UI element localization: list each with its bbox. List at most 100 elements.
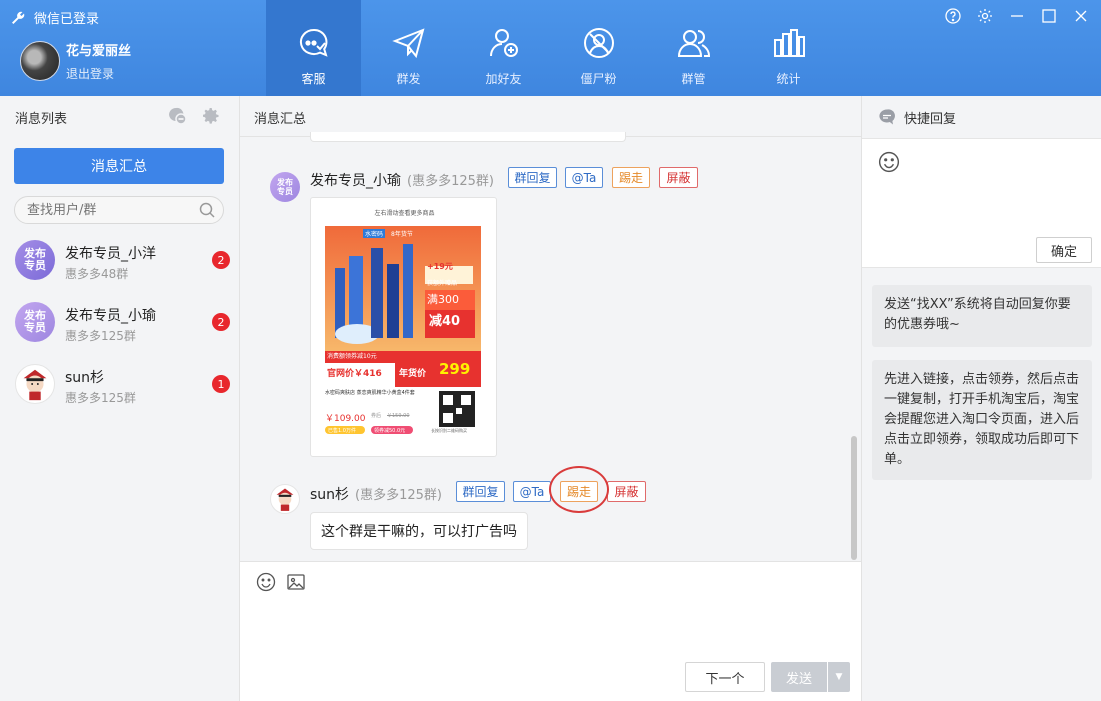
next-button[interactable]: 下一个: [685, 662, 765, 692]
chat-panel: 消息汇总 发布专员 发布专员_小瑜 (惠多多125群) 群回复 @Ta 踢走 屏蔽…: [240, 96, 861, 701]
send-options-button[interactable]: ▼: [828, 662, 850, 692]
mention-button[interactable]: @Ta: [565, 167, 603, 188]
help-button[interactable]: [943, 6, 963, 26]
nav-item-kefu[interactable]: 客服: [266, 0, 361, 96]
emoji-icon[interactable]: [878, 151, 900, 173]
main-nav: 客服 群发 加好友 僵尸粉 群管 统计: [266, 0, 836, 96]
message-sender: sun杉 (惠多多125群): [310, 484, 442, 504]
kick-button[interactable]: 踢走: [560, 481, 598, 502]
group-reply-button[interactable]: 群回复: [456, 481, 505, 502]
text-message: 这个群是干嘛的，可以打广告吗: [310, 512, 528, 550]
block-button[interactable]: 屏蔽: [659, 167, 698, 188]
avatar[interactable]: [270, 484, 300, 514]
sold-count: 已售1.0万件: [328, 428, 356, 434]
message-sender: 发布专员_小瑜 (惠多多125群): [310, 170, 494, 190]
qr-caption: 长按识别二维码购买: [431, 428, 467, 433]
avatar: 发布专员: [15, 240, 55, 280]
quick-reply-editor[interactable]: 确定: [862, 138, 1101, 268]
message-list-title: 消息列表: [15, 112, 68, 127]
message-input[interactable]: [254, 600, 844, 654]
cartoon-avatar-icon: [276, 488, 294, 511]
unread-badge: 2: [212, 313, 230, 331]
message-summary-button[interactable]: 消息汇总: [14, 148, 224, 184]
nav-label: 群管: [681, 72, 706, 86]
compose-area: 下一个 发送 ▼: [240, 561, 861, 701]
price-tag: 券后: [371, 413, 382, 419]
coupon-bar: 消费额领券减10元: [327, 353, 377, 360]
search-icon[interactable]: [198, 201, 216, 219]
group-manage-icon: [677, 30, 710, 57]
image-top-hint: 左右滑动查看更多商品: [374, 210, 435, 217]
confirm-button[interactable]: 确定: [1036, 237, 1092, 263]
close-icon: [1075, 10, 1087, 22]
full-reduce-top: 满300: [427, 293, 459, 306]
chat-bubble-icon: [879, 109, 895, 125]
group-reply-button[interactable]: 群回复: [508, 167, 557, 188]
search-input[interactable]: [14, 196, 224, 224]
maximize-icon: [1042, 9, 1056, 23]
sender-name: 发布专员_小瑜: [310, 173, 401, 189]
chat-title: 消息汇总: [254, 112, 307, 127]
avatar: 发布专员: [15, 302, 55, 342]
logout-link[interactable]: 退出登录: [66, 65, 131, 82]
year-price-label: 年货价: [399, 369, 427, 379]
product-price: ￥109.00: [325, 414, 366, 424]
year-price: 299: [439, 360, 471, 378]
conversation-name: sun杉: [65, 370, 105, 386]
sender-group: (惠多多125群): [355, 488, 443, 503]
avatar: [15, 364, 55, 404]
add-friend-icon: [489, 29, 518, 57]
quick-reply-item[interactable]: 发送“找XX”系统将自动回复你要的优惠券哦~: [872, 285, 1092, 347]
gear-icon[interactable]: [201, 106, 221, 126]
conversation-group: 惠多多48群: [65, 267, 129, 281]
nav-item-add-friend[interactable]: 加好友: [456, 0, 551, 96]
avatar[interactable]: [20, 41, 60, 81]
chat-mute-icon[interactable]: [167, 106, 187, 126]
wrench-icon: [12, 11, 25, 24]
minimize-icon: [1011, 15, 1023, 17]
caret-down-icon: ▼: [835, 672, 843, 682]
coupon-amount: +19元: [427, 262, 453, 271]
conversation-group: 惠多多125群: [65, 391, 136, 405]
window-title-text: 微信已登录: [34, 12, 100, 27]
conversation-item[interactable]: 发布专员 发布专员_小洋 惠多多48群 2: [0, 229, 240, 291]
minimize-button[interactable]: [1007, 6, 1027, 26]
image-message[interactable]: 左右滑动查看更多商品 水密码 8年货节 +19元 获额外赠品 满300 减40 …: [310, 197, 497, 457]
conversation-item[interactable]: sun杉 惠多多125群 1: [0, 353, 240, 415]
promo-label: 8年货节: [391, 231, 413, 238]
maximize-button[interactable]: [1039, 6, 1059, 26]
official-price: 官网价￥416: [327, 369, 382, 379]
close-button[interactable]: [1071, 6, 1091, 26]
mention-button[interactable]: @Ta: [513, 481, 551, 502]
bar-stats-icon: [773, 29, 805, 57]
sender-name: sun杉: [310, 487, 350, 503]
conversation-item[interactable]: 发布专员 发布专员_小瑜 惠多多125群 2: [0, 291, 240, 353]
window-controls: [943, 6, 1091, 26]
image-icon[interactable]: [286, 572, 306, 592]
conversation-group: 惠多多125群: [65, 329, 136, 343]
gear-icon: [978, 9, 992, 23]
chat-scrollbar[interactable]: [851, 436, 857, 560]
nav-item-zombie[interactable]: 僵尸粉: [551, 0, 646, 96]
send-button[interactable]: 发送: [771, 662, 827, 692]
gift-tag: 获额外赠品: [427, 280, 458, 287]
kick-button[interactable]: 踢走: [612, 167, 650, 188]
nav-item-stats[interactable]: 统计: [741, 0, 836, 96]
product-title: 水密码爽肤店 蒸恋爽肌精华小黄盒4件套: [325, 390, 415, 396]
unread-badge: 2: [212, 251, 230, 269]
chat-bubble-icon: [299, 28, 328, 57]
window-title: 微信已登录: [10, 8, 99, 27]
cartoon-avatar-icon: [23, 369, 47, 401]
product-image: [325, 226, 481, 434]
nav-label: 客服: [301, 72, 326, 86]
nav-item-group-manage[interactable]: 群管: [646, 0, 741, 96]
emoji-icon[interactable]: [256, 572, 276, 592]
profile-name: 花与爱丽丝: [66, 44, 132, 59]
block-button[interactable]: 屏蔽: [607, 481, 646, 502]
settings-button[interactable]: [975, 6, 995, 26]
nav-item-qunfa[interactable]: 群发: [361, 0, 456, 96]
quick-reply-item[interactable]: 先进入链接，点击领券，然后点击一键复制，打开手机淘宝后，淘宝会提醒您进入淘口令页…: [872, 360, 1092, 480]
avatar[interactable]: 发布专员: [270, 172, 300, 202]
brand-label: 水密码: [363, 229, 386, 238]
title-bar: 微信已登录 花与爱丽丝 退出登录 客服 群发 加好友 僵尸粉 群管 统计: [0, 0, 1101, 96]
